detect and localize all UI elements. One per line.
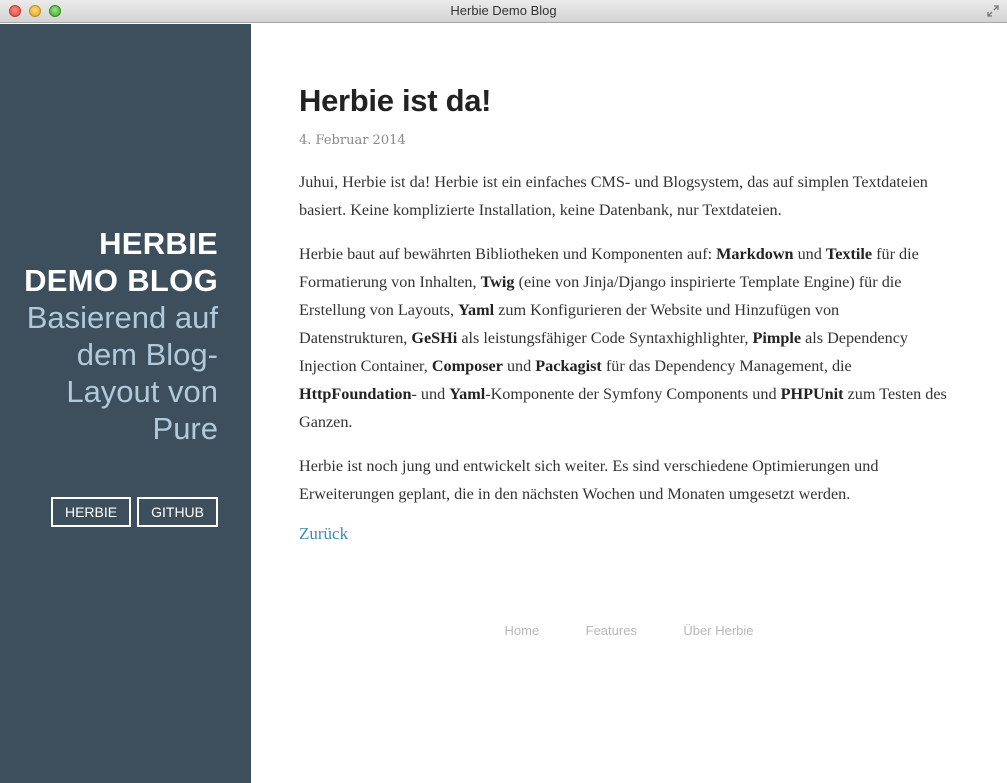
post-paragraph: Herbie ist noch jung und entwickelt sich… bbox=[299, 457, 879, 503]
post-paragraph: Herbie baut auf bewährten Bibliotheken u… bbox=[299, 240, 949, 436]
footer-link-features[interactable]: Features bbox=[586, 623, 637, 638]
post-title: Herbie ist da! bbox=[299, 83, 492, 118]
main-content: Herbie ist da! 4. Februar 2014 Juhui, He… bbox=[251, 24, 1007, 783]
paragraph-text: Herbie baut auf bewährten Bibliotheken u… bbox=[299, 245, 717, 263]
sidebar: Herbie Demo Blog Basierend auf dem Blog-… bbox=[0, 24, 251, 783]
post: Herbie ist da! 4. Februar 2014 Juhui, He… bbox=[299, 83, 949, 544]
fullscreen-icon[interactable] bbox=[987, 5, 999, 17]
paragraph-text: für das Dependency Management, die bbox=[601, 357, 852, 375]
post-paragraph: Juhui, Herbie ist da! Herbie ist ein ein… bbox=[299, 173, 928, 219]
brand-title: Herbie Demo Blog bbox=[24, 226, 218, 298]
herbie-button[interactable]: Herbie bbox=[50, 497, 132, 527]
window-titlebar: Herbie Demo Blog bbox=[0, 0, 1007, 23]
bold-term: Markdown bbox=[716, 245, 794, 263]
bold-term: GeSHi bbox=[411, 329, 458, 347]
footer-link-about[interactable]: Über Herbie bbox=[683, 623, 753, 638]
brand-tagline: Basierend auf dem Blog-Layout von Pure bbox=[26, 300, 218, 446]
paragraph-text: -Komponente der Symfony Components und bbox=[485, 385, 781, 403]
bold-term: Yaml bbox=[449, 385, 486, 403]
post-body: Juhui, Herbie ist da! Herbie ist ein ein… bbox=[299, 168, 949, 508]
bold-term: PHPUnit bbox=[780, 385, 844, 403]
bold-term: HttpFoundation bbox=[299, 385, 412, 403]
window-title: Herbie Demo Blog bbox=[450, 3, 557, 18]
post-date: 4. Februar 2014 bbox=[299, 133, 406, 148]
bold-term: Composer bbox=[431, 357, 503, 375]
footer-link-home[interactable]: Home bbox=[505, 623, 540, 638]
footer-nav: Home Features Über Herbie bbox=[251, 622, 1007, 640]
bold-term: Twig bbox=[480, 273, 515, 291]
bold-term: Pimple bbox=[752, 329, 802, 347]
back-link[interactable]: Zurück bbox=[299, 524, 348, 544]
brand-header: Herbie Demo Blog Basierend auf dem Blog-… bbox=[18, 225, 218, 447]
bold-term: Yaml bbox=[458, 301, 495, 319]
bold-term: Packagist bbox=[535, 357, 602, 375]
github-button[interactable]: GitHub bbox=[137, 497, 218, 527]
paragraph-text: und bbox=[502, 357, 536, 375]
bold-term: Textile bbox=[825, 245, 873, 263]
paragraph-text: - und bbox=[411, 385, 450, 403]
paragraph-text: als leistungsfähiger Code Syntaxhighligh… bbox=[457, 329, 753, 347]
paragraph-text: und bbox=[793, 245, 826, 263]
sidebar-buttons: Herbie GitHub bbox=[50, 497, 218, 527]
